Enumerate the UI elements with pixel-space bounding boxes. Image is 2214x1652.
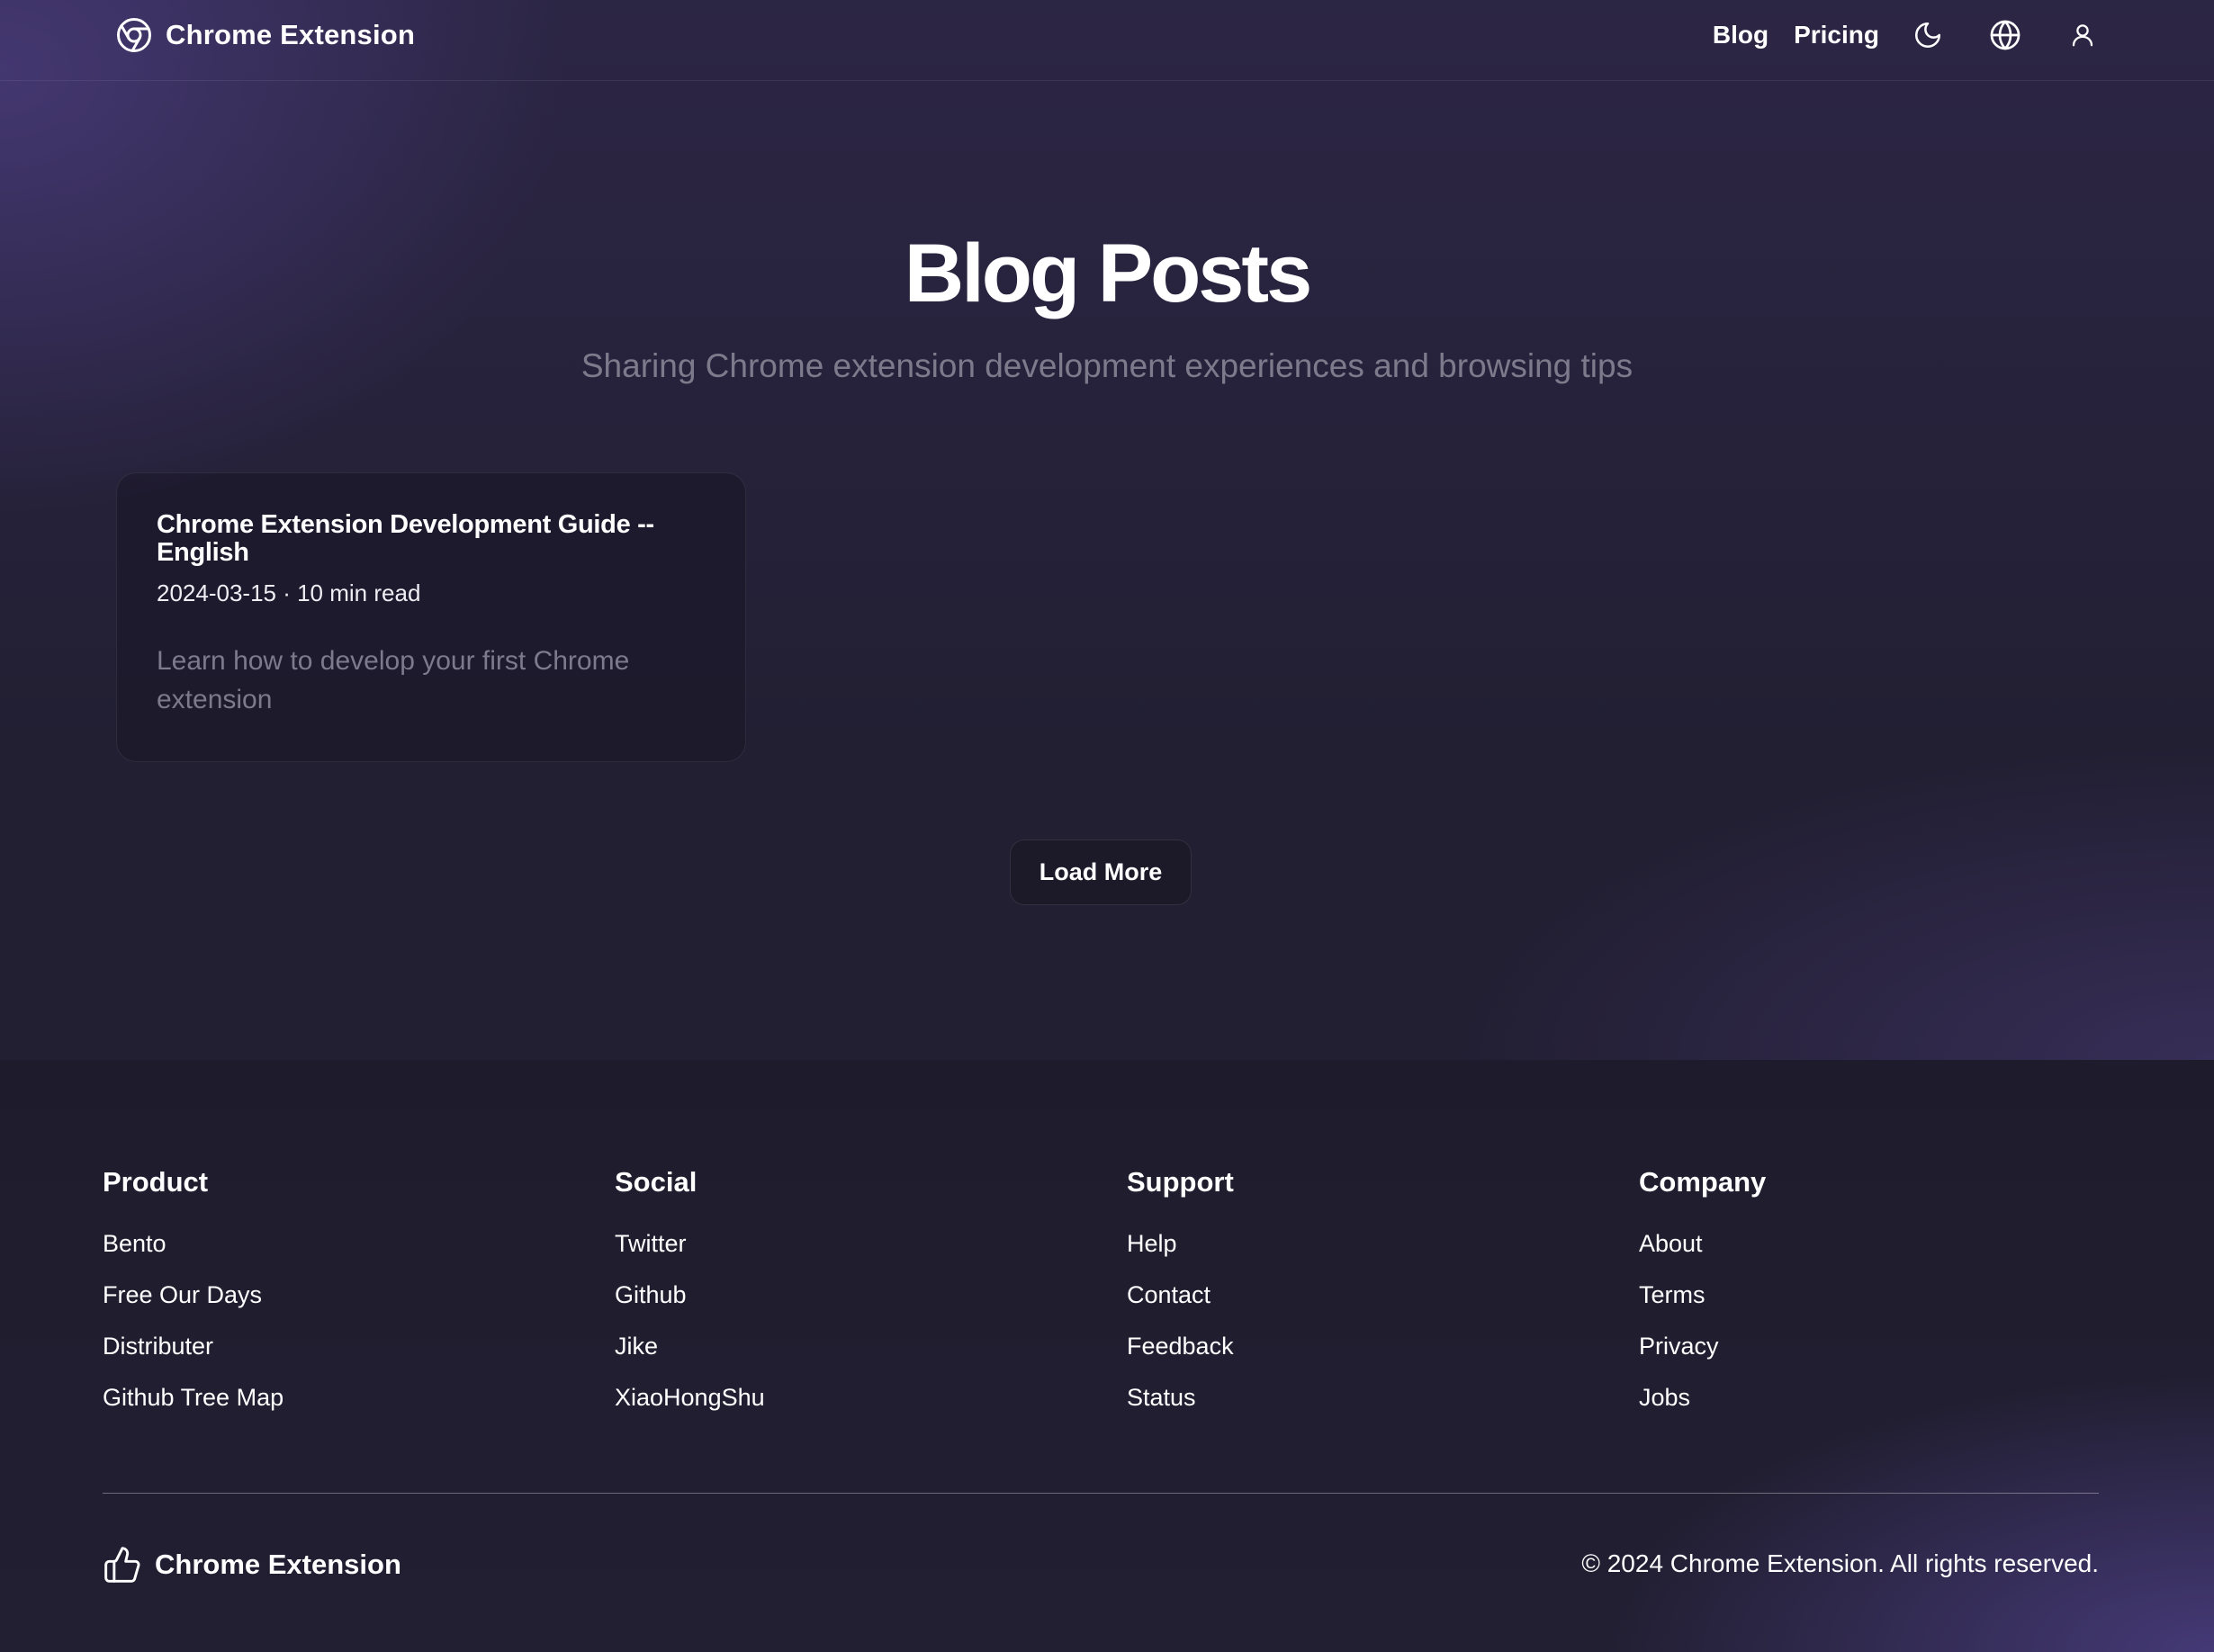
footer-link[interactable]: Jobs <box>1639 1383 1766 1434</box>
footer-link[interactable]: Terms <box>1639 1280 1766 1332</box>
brand-name: Chrome Extension <box>166 19 416 50</box>
post-description: Learn how to develop your first Chrome e… <box>157 646 630 714</box>
footer-column-social: Social Twitter Github Jike XiaoHongShu <box>615 1166 765 1434</box>
nav-blog-link[interactable]: Blog <box>1713 21 1768 49</box>
footer-link[interactable]: Privacy <box>1639 1332 1766 1383</box>
footer-link[interactable]: Github Tree Map <box>103 1383 284 1434</box>
account-button[interactable] <box>2066 19 2099 51</box>
footer-divider <box>103 1493 2099 1494</box>
footer-link[interactable]: XiaoHongShu <box>615 1383 765 1434</box>
globe-icon <box>1990 20 2020 50</box>
theme-toggle-button[interactable] <box>1912 19 1944 51</box>
footer-link[interactable]: Feedback <box>1127 1332 1234 1383</box>
post-title: Chrome Extension Development Guide -- En… <box>157 510 654 567</box>
language-button[interactable] <box>1989 19 2021 51</box>
footer-brand-link[interactable]: Chrome Extension <box>103 1544 401 1585</box>
footer-link[interactable]: Contact <box>1127 1280 1234 1332</box>
footer-link[interactable]: Distributer <box>103 1332 284 1383</box>
footer-heading: Support <box>1127 1166 1234 1198</box>
site-footer: Product Bento Free Our Days Distributer … <box>0 1060 2214 1652</box>
copyright-text: © 2024 Chrome Extension. All rights rese… <box>1581 1549 2099 1577</box>
footer-heading: Company <box>1639 1166 1767 1198</box>
blog-post-card[interactable]: Chrome Extension Development Guide -- En… <box>116 472 746 762</box>
page-background: Chrome Extension Blog Pricing Blog Posts… <box>0 0 2214 1652</box>
page-title: Blog Posts <box>904 228 1312 319</box>
chrome-icon <box>117 18 151 52</box>
footer-heading: Product <box>103 1166 209 1198</box>
footer-link[interactable]: Github <box>615 1280 765 1332</box>
top-navbar: Chrome Extension Blog Pricing <box>0 0 2214 81</box>
footer-brand-name: Chrome Extension <box>155 1549 401 1580</box>
footer-column-product: Product Bento Free Our Days Distributer … <box>103 1166 284 1434</box>
thumbs-up-icon <box>104 1547 140 1583</box>
post-meta: 2024-03-15 · 10 min read <box>157 579 421 606</box>
footer-column-support: Support Help Contact Feedback Status <box>1127 1166 1234 1434</box>
user-icon <box>2072 24 2093 47</box>
moon-icon <box>1914 22 1941 49</box>
footer-link[interactable]: Jike <box>615 1332 765 1383</box>
footer-link[interactable]: Help <box>1127 1229 1234 1280</box>
footer-link[interactable]: Free Our Days <box>103 1280 284 1332</box>
page-subtitle: Sharing Chrome extension development exp… <box>580 347 1634 384</box>
brand-logo-link[interactable]: Chrome Extension <box>115 16 415 54</box>
load-more-button[interactable]: Load More <box>1010 839 1192 905</box>
footer-link[interactable]: Twitter <box>615 1229 765 1280</box>
footer-link[interactable]: Bento <box>103 1229 284 1280</box>
nav-pricing-link[interactable]: Pricing <box>1794 21 1879 49</box>
footer-heading: Social <box>615 1166 698 1198</box>
footer-link[interactable]: Status <box>1127 1383 1234 1434</box>
footer-link[interactable]: About <box>1639 1229 1766 1280</box>
footer-column-company: Company About Terms Privacy Jobs <box>1639 1166 1766 1434</box>
nav-menu: Blog Pricing <box>1688 16 2099 54</box>
